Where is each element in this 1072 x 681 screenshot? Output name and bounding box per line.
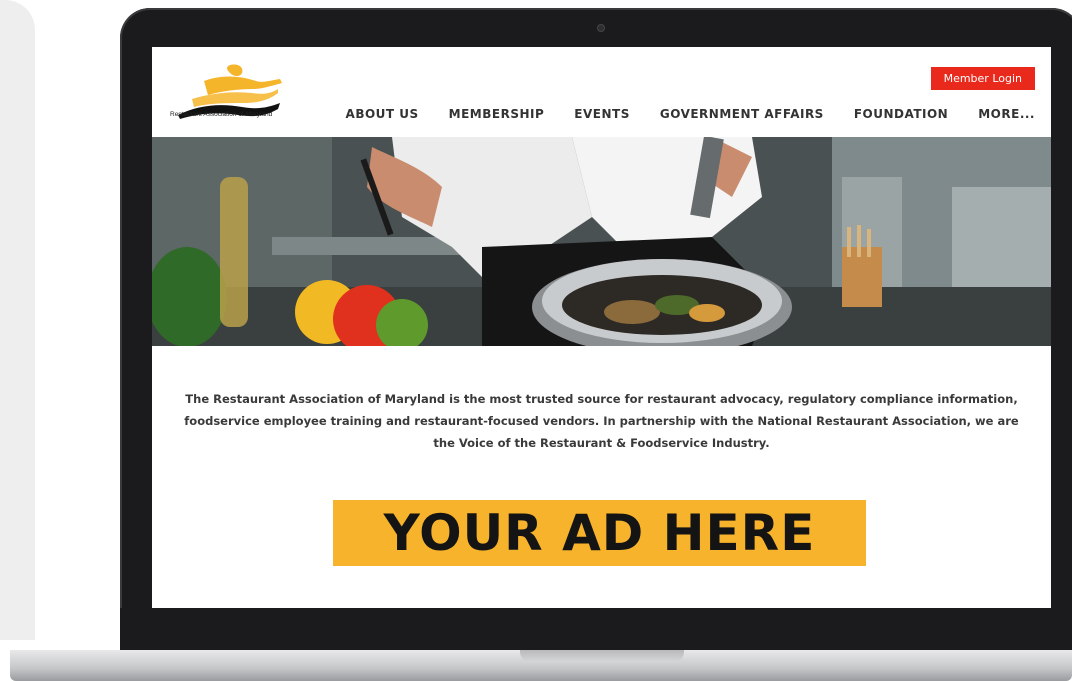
nav-item-about-us[interactable]: ABOUT US <box>346 107 419 121</box>
nav-item-more[interactable]: MORE... <box>978 107 1035 121</box>
nav-item-foundation[interactable]: FOUNDATION <box>854 107 948 121</box>
laptop-notch <box>520 650 684 662</box>
background-panel <box>0 0 35 640</box>
site-header: Restaurant Association of Maryland Membe… <box>152 47 1051 137</box>
logo-text: Restaurant Association of Maryland <box>170 111 273 118</box>
hero-image <box>152 137 1051 346</box>
main-nav: ABOUT US MEMBERSHIP EVENTS GOVERNMENT AF… <box>316 107 1035 121</box>
laptop-chin <box>120 608 1072 650</box>
chef-cooking-icon <box>152 137 1051 346</box>
ad-text: YOUR AD HERE <box>383 504 816 562</box>
nav-item-government-affairs[interactable]: GOVERNMENT AFFAIRS <box>660 107 824 121</box>
member-login-button[interactable]: Member Login <box>930 67 1035 90</box>
nav-item-membership[interactable]: MEMBERSHIP <box>449 107 545 121</box>
webcam-icon <box>597 24 605 32</box>
ad-banner[interactable]: YOUR AD HERE <box>333 500 866 566</box>
intro-text: The Restaurant Association of Maryland i… <box>184 392 1019 450</box>
nav-item-events[interactable]: EVENTS <box>574 107 630 121</box>
laptop-screen: Restaurant Association of Maryland Membe… <box>152 47 1051 608</box>
